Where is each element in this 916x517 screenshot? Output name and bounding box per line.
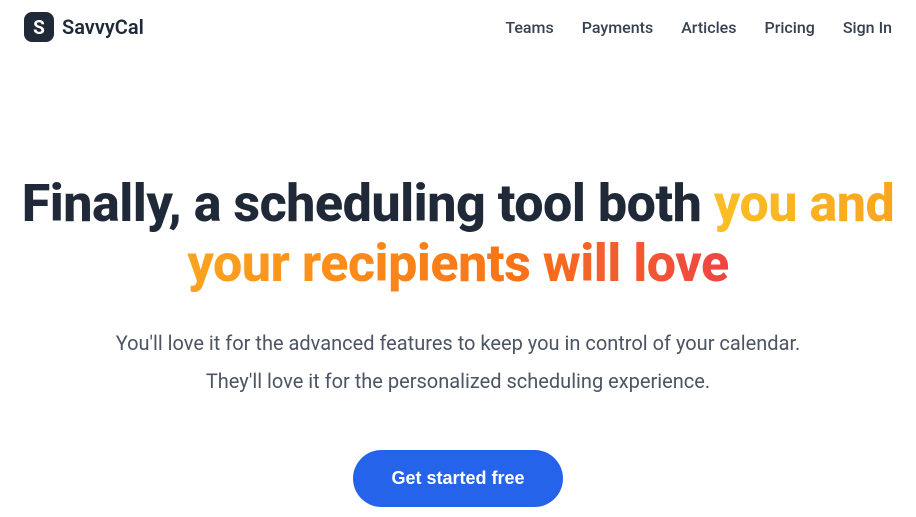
- nav-link-signin[interactable]: Sign In: [843, 18, 892, 37]
- hero-headline: Finally, a scheduling tool both you and …: [20, 174, 896, 294]
- brand-name: SavvyCal: [62, 15, 144, 39]
- nav-link-teams[interactable]: Teams: [505, 18, 553, 37]
- nav-link-payments[interactable]: Payments: [582, 18, 653, 37]
- site-header: S SavvyCal Teams Payments Articles Prici…: [0, 0, 916, 54]
- brand-logo[interactable]: S SavvyCal: [24, 12, 144, 42]
- hero-section: Finally, a scheduling tool both you and …: [0, 54, 916, 507]
- hero-subhead: You'll love it for the advanced features…: [20, 324, 896, 400]
- primary-nav: Teams Payments Articles Pricing Sign In: [505, 18, 892, 37]
- get-started-button[interactable]: Get started free: [353, 450, 562, 507]
- hero-headline-plain: Finally, a scheduling tool both: [22, 173, 714, 234]
- nav-link-articles[interactable]: Articles: [681, 18, 736, 37]
- hero-sub-line1: You'll love it for the advanced features…: [116, 331, 801, 355]
- hero-sub-line2: They'll love it for the personalized sch…: [206, 369, 710, 393]
- logo-mark-icon: S: [24, 12, 54, 42]
- nav-link-pricing[interactable]: Pricing: [764, 18, 814, 37]
